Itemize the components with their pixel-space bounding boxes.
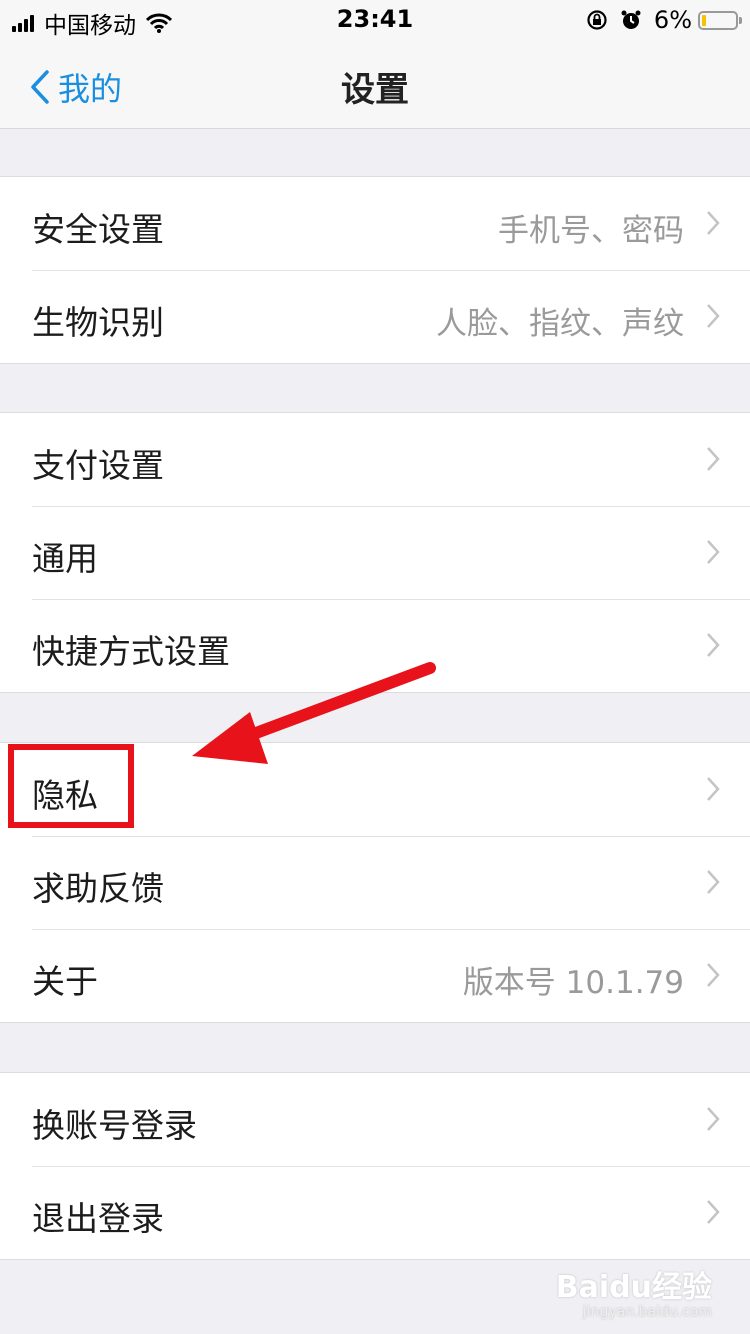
item-label: 换账号登录	[32, 1106, 197, 1145]
highlight-box	[8, 744, 134, 828]
watermark-url: jingyan.baidu.com	[582, 1304, 712, 1320]
battery-icon	[698, 10, 742, 30]
chevron-right-icon	[707, 211, 720, 235]
item-label: 通用	[32, 539, 98, 578]
item-label: 关于	[32, 962, 98, 1001]
item-label: 退出登录	[32, 1199, 164, 1238]
chevron-right-icon	[707, 1107, 720, 1131]
battery-percent: 6%	[653, 6, 692, 34]
chevron-right-icon	[707, 304, 720, 328]
item-label: 支付设置	[32, 446, 164, 485]
item-value: 手机号、密码	[498, 213, 684, 249]
item-value: 人脸、指纹、声纹	[436, 306, 684, 342]
item-label: 快捷方式设置	[32, 632, 230, 671]
chevron-right-icon	[707, 963, 720, 987]
item-label: 安全设置	[32, 210, 164, 249]
settings-item-payment[interactable]: 支付设置	[0, 413, 750, 506]
settings-group-account-actions: 换账号登录 退出登录	[0, 1072, 750, 1260]
chevron-right-icon	[707, 777, 720, 801]
watermark-text: Baidu经验	[555, 1270, 712, 1305]
watermark: Baidu经验 jingyan.baidu.com	[556, 1262, 712, 1320]
chevron-right-icon	[707, 633, 720, 657]
chevron-right-icon	[707, 1200, 720, 1224]
settings-item-general[interactable]: 通用	[0, 506, 750, 599]
settings-group-payment: 支付设置 通用 快捷方式设置	[0, 412, 750, 693]
rotation-lock-icon	[587, 10, 607, 30]
version-value: 版本号 10.1.79	[462, 965, 684, 1001]
settings-item-logout[interactable]: 退出登录	[0, 1166, 750, 1259]
page-title: 设置	[341, 70, 409, 110]
settings-item-biometrics[interactable]: 生物识别 人脸、指纹、声纹	[0, 270, 750, 363]
settings-group-account: 安全设置 手机号、密码 生物识别 人脸、指纹、声纹	[0, 176, 750, 364]
settings-item-security[interactable]: 安全设置 手机号、密码	[0, 177, 750, 270]
chevron-right-icon	[707, 870, 720, 894]
navigation-bar: 我的 设置	[0, 40, 750, 129]
item-label: 生物识别	[32, 303, 164, 342]
item-label: 求助反馈	[32, 869, 164, 908]
settings-item-switch-account[interactable]: 换账号登录	[0, 1073, 750, 1166]
chevron-right-icon	[707, 447, 720, 471]
status-bar: 中国移动 23:41 6%	[0, 0, 750, 40]
alarm-icon	[621, 10, 641, 29]
settings-item-about[interactable]: 关于 版本号 10.1.79	[0, 929, 750, 1022]
chevron-right-icon	[707, 540, 720, 564]
settings-item-shortcuts[interactable]: 快捷方式设置	[0, 599, 750, 692]
settings-item-feedback[interactable]: 求助反馈	[0, 836, 750, 929]
